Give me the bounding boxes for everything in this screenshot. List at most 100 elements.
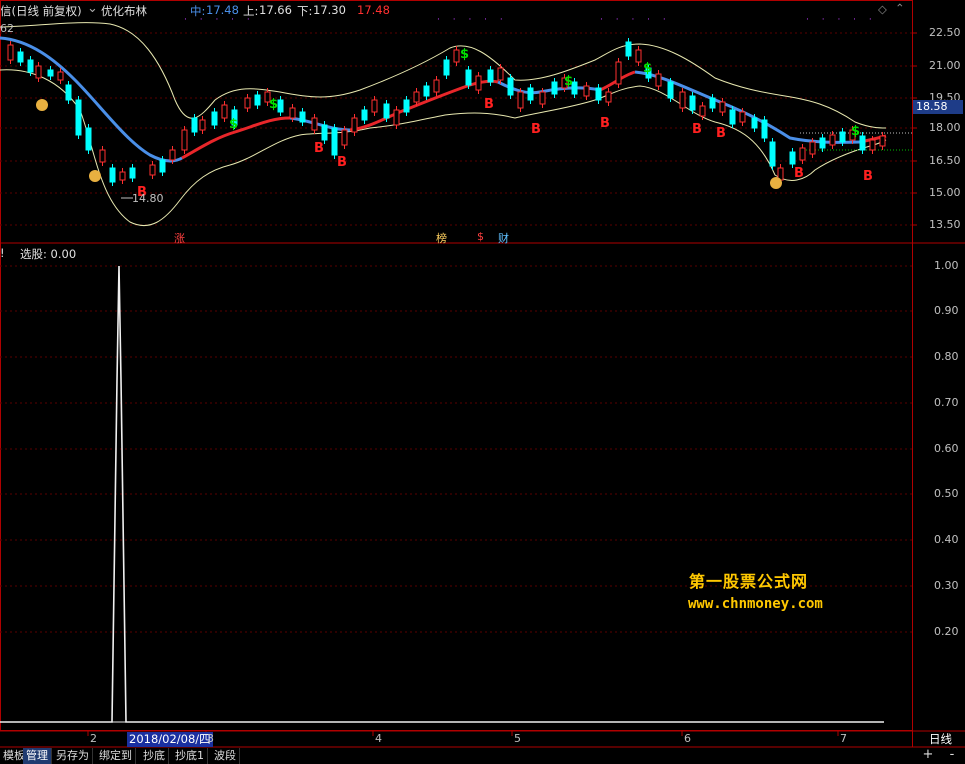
svg-text:$: $ bbox=[851, 124, 860, 139]
candle-body bbox=[331, 127, 338, 156]
svg-text:$: $ bbox=[269, 97, 278, 112]
candle-body bbox=[839, 131, 846, 143]
candle-body bbox=[635, 49, 642, 63]
indicator-axis-label: 0.20 bbox=[934, 625, 959, 638]
candle-body bbox=[221, 104, 228, 119]
candle-body bbox=[211, 111, 218, 126]
indicator-axis-label: 0.60 bbox=[934, 442, 959, 455]
candle-body bbox=[819, 137, 826, 149]
top-marker-dots: · · · · · bbox=[437, 15, 508, 25]
candle-body bbox=[605, 91, 612, 103]
candle-body bbox=[199, 119, 206, 131]
candle-body bbox=[423, 85, 430, 97]
indicator-header: ! 选股: 0.00 bbox=[0, 244, 900, 262]
candle-body bbox=[517, 91, 524, 109]
candle-body bbox=[169, 149, 176, 161]
candle-body bbox=[809, 141, 816, 155]
watermark-title: 第一股票公式网 bbox=[689, 572, 809, 591]
candle-body bbox=[719, 101, 726, 113]
candle-body bbox=[75, 99, 82, 136]
indicator-axis-label: 0.50 bbox=[934, 487, 959, 500]
indicator-axis-label: 0.70 bbox=[934, 396, 959, 409]
candle-body bbox=[383, 103, 390, 119]
candle-body bbox=[159, 159, 166, 173]
candle-body bbox=[299, 111, 306, 123]
zoom-out-button[interactable]: - bbox=[942, 747, 962, 763]
buy-signal-b: B bbox=[484, 97, 494, 112]
candle-body bbox=[181, 129, 188, 151]
candle-body bbox=[453, 49, 460, 63]
price-axis-label: 13.50 bbox=[929, 218, 961, 231]
candle-body bbox=[403, 99, 410, 113]
candle-body bbox=[551, 81, 558, 95]
candle-body bbox=[527, 87, 534, 101]
tab-bottom-fishing-1[interactable]: 抄底1 bbox=[172, 748, 208, 764]
chart-canvas[interactable]: B B B B B B B B B B $$$ $$$ bbox=[0, 0, 965, 764]
candle-body bbox=[789, 151, 796, 165]
indicator-axis-label: 1.00 bbox=[934, 259, 959, 272]
candle-body bbox=[655, 73, 662, 87]
candle-body bbox=[829, 134, 836, 146]
candle-body bbox=[17, 51, 24, 63]
candle-body bbox=[689, 95, 696, 111]
candle-body bbox=[371, 99, 378, 113]
candle-body bbox=[57, 71, 64, 81]
candle-body bbox=[35, 65, 42, 79]
x-tick: 6 bbox=[684, 732, 691, 745]
candle-body bbox=[465, 69, 472, 86]
x-tick: 7 bbox=[840, 732, 847, 745]
tab-bind-to[interactable]: 绑定到 bbox=[96, 748, 136, 764]
candle-body bbox=[729, 109, 736, 125]
candle-body bbox=[361, 109, 368, 121]
top-marker-dots: · · · · · bbox=[184, 15, 255, 25]
candle-body bbox=[583, 85, 590, 97]
tab-bottom-fishing[interactable]: 抄底 bbox=[140, 748, 169, 764]
x-tick: 4 bbox=[375, 732, 382, 745]
indicator-axis-label: 0.80 bbox=[934, 350, 959, 363]
candle-body bbox=[859, 135, 866, 151]
buy-signal-b: B bbox=[692, 122, 702, 137]
candle-body bbox=[99, 149, 106, 163]
candle-body bbox=[85, 127, 92, 151]
candle-body bbox=[119, 171, 126, 181]
tab-save-as[interactable]: 另存为 bbox=[53, 748, 93, 764]
candle-body bbox=[709, 97, 716, 109]
candle-body bbox=[244, 97, 251, 109]
svg-text:$: $ bbox=[229, 117, 238, 132]
top-marker-dots: · · · · · bbox=[806, 15, 877, 25]
low-price-label: 14.80 bbox=[132, 192, 164, 205]
candle-body bbox=[149, 164, 156, 176]
tab-manage[interactable]: 管理 bbox=[23, 748, 52, 764]
buy-signal-b: B bbox=[531, 122, 541, 137]
buy-signal-b: B bbox=[600, 116, 610, 131]
candle-body bbox=[341, 129, 348, 146]
candle-body bbox=[289, 107, 296, 119]
price-axis-label: 22.50 bbox=[929, 26, 961, 39]
candle-body bbox=[879, 135, 886, 147]
x-tick: 3 bbox=[207, 732, 214, 745]
candle-body bbox=[351, 117, 358, 133]
candle-body bbox=[129, 167, 136, 179]
candle-body bbox=[109, 167, 116, 183]
indicator-title: ! bbox=[0, 246, 5, 260]
period-selector[interactable]: 日线 bbox=[916, 732, 965, 747]
candle-body bbox=[487, 69, 494, 83]
price-axis-label: 18.00 bbox=[929, 121, 961, 134]
x-tick: 2 bbox=[90, 732, 97, 745]
candle-body bbox=[699, 105, 706, 117]
svg-text:$: $ bbox=[643, 61, 652, 76]
buy-signal-b: B bbox=[314, 141, 324, 156]
indicator-axis-label: 0.30 bbox=[934, 579, 959, 592]
candle-body bbox=[393, 109, 400, 126]
zoom-in-button[interactable]: + bbox=[918, 747, 938, 763]
buy-signal-b: B bbox=[716, 126, 726, 141]
candle-body bbox=[475, 75, 482, 91]
selected-date: 2018/02/08/四 bbox=[127, 732, 213, 747]
candlesticks bbox=[7, 38, 886, 186]
candle-body bbox=[191, 117, 198, 133]
candle-body bbox=[769, 141, 776, 167]
tab-wave[interactable]: 波段 bbox=[211, 748, 240, 764]
x-tick: 5 bbox=[514, 732, 521, 745]
candle-body bbox=[7, 44, 14, 61]
candle-body bbox=[615, 61, 622, 85]
